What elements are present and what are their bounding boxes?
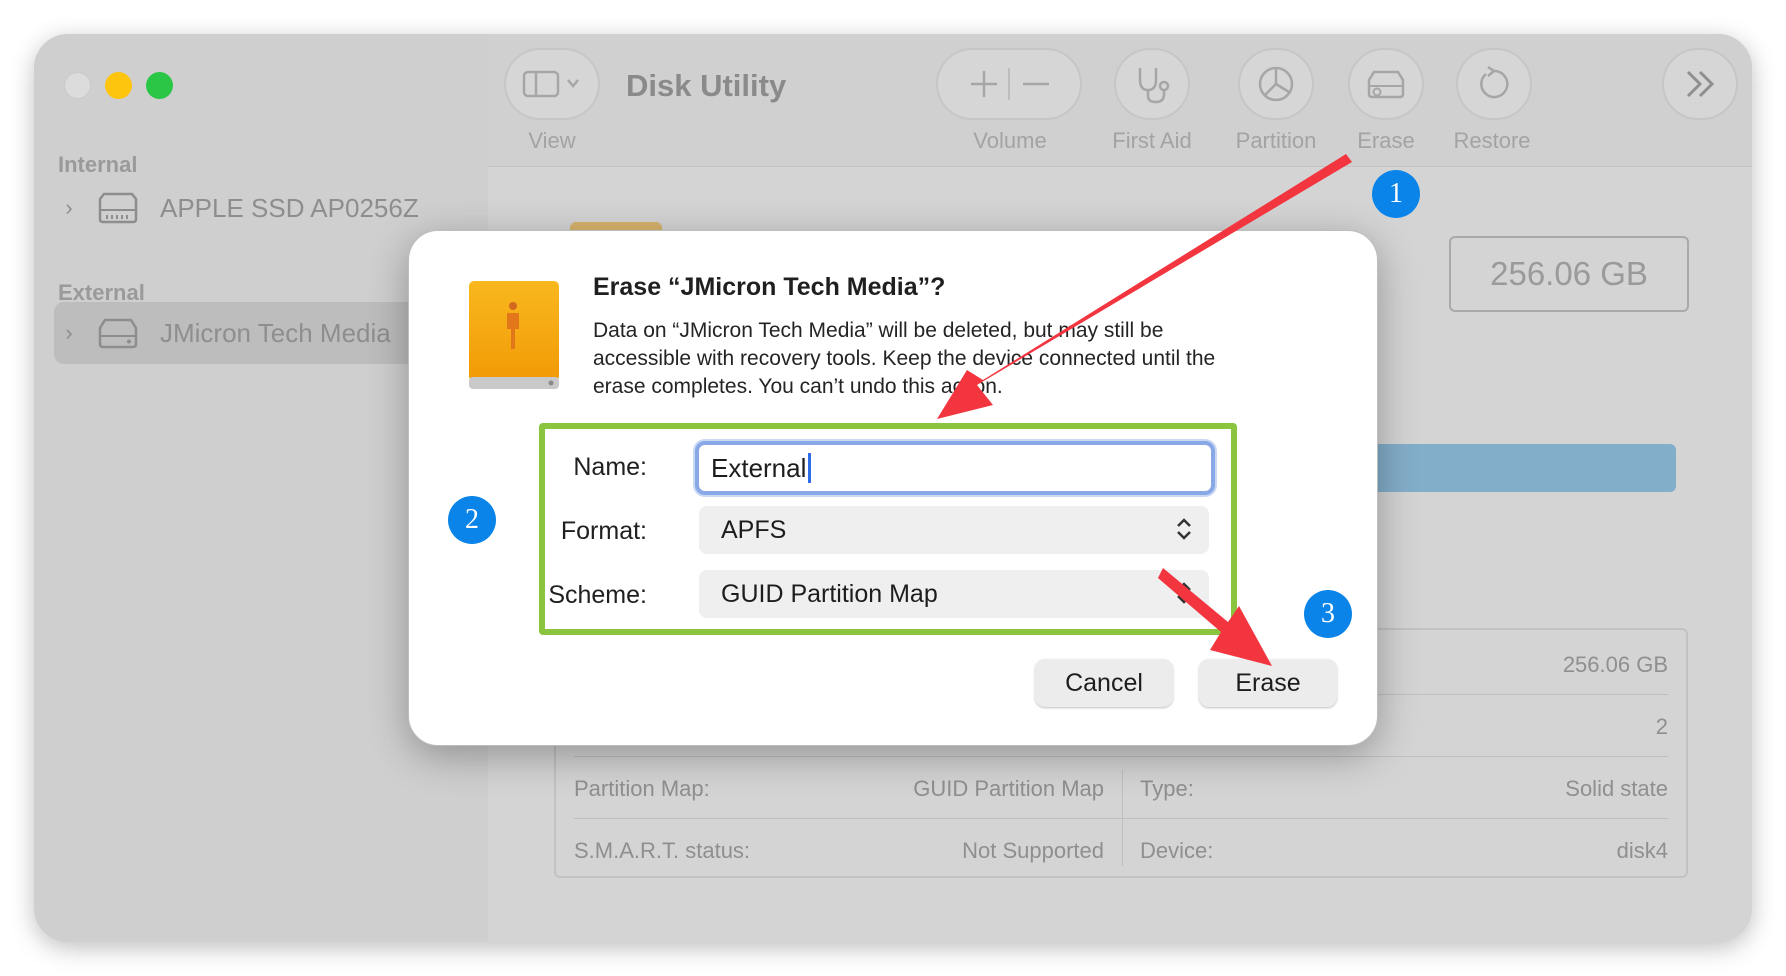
erase-toolbar-button[interactable]	[1348, 48, 1424, 120]
erase-button[interactable]: Erase	[1199, 659, 1337, 707]
text-caret	[808, 453, 812, 483]
restore-button[interactable]	[1456, 48, 1532, 120]
column-divider	[1122, 770, 1123, 866]
external-disk-icon	[98, 318, 138, 349]
sidebar-item-internal-disk[interactable]: › APPLE SSD AP0256Z	[54, 177, 484, 239]
name-input[interactable]: External	[695, 441, 1215, 495]
external-drive-icon	[469, 281, 559, 389]
scheme-label: Scheme:	[548, 581, 647, 609]
partition-button[interactable]	[1238, 48, 1314, 120]
erase-disk-icon	[1367, 70, 1405, 99]
sidebar-toggle-icon	[522, 70, 579, 98]
internal-disk-icon	[98, 192, 138, 224]
double-chevron-right-icon	[1686, 70, 1715, 98]
erase-dialog: Erase “JMicron Tech Media”? Data on “JMi…	[408, 230, 1378, 746]
sidebar-item-label: APPLE SSD AP0256Z	[160, 192, 419, 223]
info-value: Not Supported	[962, 838, 1104, 863]
erase-toolbar-label: Erase	[1357, 128, 1415, 153]
info-label: S.M.A.R.T. status:	[574, 838, 751, 863]
view-button[interactable]	[504, 48, 600, 120]
minimize-window-button[interactable]	[105, 72, 132, 99]
dialog-message-line: erase completes. You can’t undo this act…	[593, 375, 1003, 398]
info-label: Partition Map:	[574, 776, 710, 801]
sidebar-heading-internal: Internal	[58, 152, 138, 177]
divider	[574, 756, 1668, 757]
info-child-count-value: 2	[1655, 714, 1668, 739]
chevron-right-icon[interactable]: ›	[54, 195, 84, 221]
chevron-right-icon[interactable]: ›	[54, 320, 84, 346]
step-badge-2: 2	[448, 496, 496, 544]
up-down-chevron-icon	[1177, 582, 1191, 604]
info-label: Type:	[1140, 776, 1194, 801]
view-label: View	[528, 128, 576, 153]
step-badge-3: 3	[1304, 590, 1352, 638]
format-popup[interactable]: APFS	[699, 506, 1209, 554]
format-label: Format:	[560, 517, 647, 545]
step-badge-1: 1	[1372, 170, 1420, 218]
window-title: Disk Utility	[626, 68, 787, 103]
info-capacity-value: 256.06 GB	[1562, 652, 1668, 677]
dialog-title: Erase “JMicron Tech Media”?	[593, 273, 946, 301]
close-window-button[interactable]	[64, 72, 91, 99]
screenshot-stage: Internal › APPLE SSD AP0256Z External ›	[0, 0, 1786, 976]
scheme-value: GUID Partition Map	[721, 579, 938, 608]
first-aid-label: First Aid	[1112, 128, 1192, 153]
info-label: Device:	[1140, 838, 1214, 863]
partition-label: Partition	[1235, 128, 1317, 153]
info-value: GUID Partition Map	[913, 776, 1104, 801]
volume-button-group[interactable]	[936, 48, 1082, 120]
stethoscope-icon	[1138, 68, 1170, 104]
restore-arrow-icon	[1480, 65, 1509, 99]
capacity-display: 256.06 GB	[1449, 236, 1689, 312]
cancel-button[interactable]: Cancel	[1035, 659, 1173, 707]
dialog-message-line: Data on “JMicron Tech Media” will be del…	[593, 319, 1164, 342]
info-value: disk4	[1616, 838, 1668, 863]
up-down-chevron-icon	[1177, 518, 1191, 540]
pie-chart-icon	[1258, 66, 1294, 102]
sidebar-item-label: JMicron Tech Media	[160, 317, 391, 348]
volume-label: Volume	[973, 128, 1047, 153]
first-aid-button[interactable]	[1114, 48, 1190, 120]
scheme-popup[interactable]: GUID Partition Map	[699, 570, 1209, 618]
zoom-window-button[interactable]	[146, 72, 173, 99]
name-label: Name:	[573, 453, 647, 481]
usage-bar	[1330, 444, 1676, 492]
dialog-message-line: accessible with recovery tools. Keep the…	[593, 347, 1216, 370]
name-input-value: External	[711, 452, 807, 483]
format-value: APFS	[721, 515, 787, 544]
restore-label: Restore	[1453, 128, 1531, 153]
plus-minus-icon	[971, 68, 1049, 100]
info-value: Solid state	[1565, 776, 1668, 801]
more-toolbar-items-button[interactable]	[1662, 48, 1738, 120]
divider	[574, 818, 1668, 819]
